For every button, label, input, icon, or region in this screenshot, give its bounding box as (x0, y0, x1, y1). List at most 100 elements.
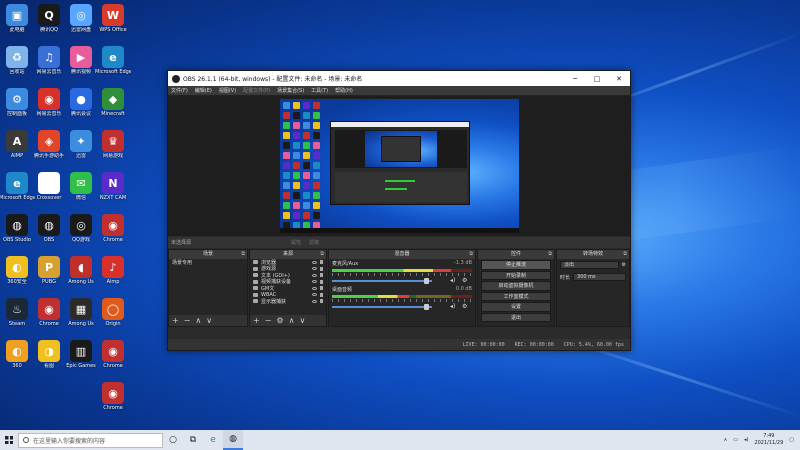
speaker-icon[interactable]: ◂) (450, 303, 455, 310)
virtual-camera-button[interactable]: 启动虚拟摄像机 (481, 281, 551, 291)
desktop-icon[interactable]: ✉ 微信 (63, 172, 99, 201)
desktop-icon[interactable]: ◉ Chrome (95, 214, 131, 243)
desktop-icon[interactable]: ▤ Crossover (31, 172, 67, 201)
obs-titlebar[interactable]: OBS 26.1.1 (64-bit, windows) - 配置文件: 未命名… (168, 71, 630, 86)
desktop-icon[interactable]: ▦ Among Us (63, 298, 99, 327)
task-view-icon[interactable]: ⧉ (183, 430, 203, 450)
desktop-icon[interactable]: ♛ 网易游戏 (95, 130, 131, 159)
fader-knob[interactable] (424, 304, 429, 310)
lock-icon[interactable] (320, 260, 323, 265)
desktop-icon[interactable]: ◍ OBS (31, 214, 67, 243)
transition-settings-icon[interactable]: ⚙ (622, 262, 626, 268)
desktop-icon[interactable]: P PUBG (31, 256, 67, 285)
maximize-button[interactable]: □ (586, 75, 608, 83)
menu-edit[interactable]: 编辑(E) (195, 87, 212, 94)
notification-icon[interactable]: ▢ (789, 437, 794, 443)
desktop-icon[interactable]: ◑ 看图 (31, 340, 67, 369)
desktop-icon[interactable]: ▣ 此电脑 (0, 4, 35, 33)
desktop-icon[interactable]: ◐ 360安全 (0, 256, 35, 285)
remove-source-button[interactable]: − (265, 316, 272, 325)
lock-icon[interactable] (320, 266, 323, 271)
desktop-icon[interactable]: ◆ Minecraft (95, 88, 131, 117)
lock-icon[interactable] (320, 286, 323, 291)
remove-scene-button[interactable]: − (184, 316, 191, 325)
network-icon[interactable]: ▭ (733, 437, 738, 443)
desktop-icon[interactable]: ◈ 腾讯手游助手 (31, 130, 67, 159)
eye-icon[interactable] (312, 260, 317, 264)
desktop-icon[interactable]: e Microsoft Edge (0, 172, 35, 201)
eye-icon[interactable] (312, 273, 317, 277)
desktop-icon[interactable]: ◉ 网易云音乐 (31, 88, 67, 117)
desktop-icon[interactable]: ◖ Among Us (63, 256, 99, 285)
desktop-icon[interactable]: ◉ Chrome (31, 298, 67, 327)
desktop-icon[interactable]: ● 腾讯会议 (63, 88, 99, 117)
desktop-icon[interactable]: Q 腾讯QQ (31, 4, 67, 33)
obs-taskbar-icon[interactable]: ◍ (223, 430, 243, 450)
lock-icon[interactable] (320, 273, 323, 278)
desktop-icon[interactable]: ◯ Origin (95, 298, 131, 327)
desktop-icon[interactable]: ▶ 腾讯视频 (63, 46, 99, 75)
desktop-icon[interactable]: ⚙ 控制面板 (0, 88, 35, 117)
fader-knob[interactable] (424, 278, 429, 284)
lock-icon[interactable] (320, 292, 323, 297)
desktop-icon[interactable]: ♪ Aimp (95, 256, 131, 285)
channel-settings-icon[interactable]: ⚙ (462, 303, 467, 310)
eye-icon[interactable] (312, 299, 317, 303)
desktop-icon[interactable]: e Microsoft Edge (95, 46, 131, 75)
scene-down-button[interactable]: ∨ (206, 316, 212, 325)
preview-canvas[interactable] (280, 99, 519, 233)
taskbar-search[interactable]: 在这里输入你要搜索的内容 (18, 432, 163, 448)
desktop-icon[interactable]: ◉ Chrome (95, 340, 131, 369)
channel-settings-icon[interactable]: ⚙ (462, 277, 467, 284)
eye-icon[interactable] (312, 293, 317, 297)
volume-icon[interactable]: ◂) (744, 437, 748, 443)
source-item[interactable]: 显示器捕获 (250, 298, 326, 305)
lock-icon[interactable] (320, 299, 323, 304)
volume-fader[interactable] (332, 280, 432, 282)
edge-taskbar-icon[interactable]: e (203, 430, 223, 450)
source-down-button[interactable]: ∨ (299, 316, 305, 325)
menu-help[interactable]: 帮助(H) (335, 87, 353, 94)
menu-file[interactable]: 文件(F) (171, 87, 188, 94)
desktop-icon[interactable]: ◍ OBS Studio (0, 214, 35, 243)
settings-button[interactable]: 设置 (481, 302, 551, 312)
speaker-icon[interactable]: ◂) (450, 277, 455, 284)
add-source-button[interactable]: + (253, 316, 260, 325)
start-button[interactable] (0, 430, 18, 450)
studio-mode-button[interactable]: 工作室模式 (481, 291, 551, 301)
desktop-icon[interactable]: N NZXT CAM (95, 172, 131, 201)
desktop-icon[interactable]: ◎ 迅雷网盘 (63, 4, 99, 33)
desktop-icon[interactable]: ♫ 网易云音乐 (31, 46, 67, 75)
eye-icon[interactable] (312, 280, 317, 284)
start-recording-button[interactable]: 开始录制 (481, 270, 551, 280)
stop-streaming-button[interactable]: 停止推流 (481, 260, 551, 270)
menu-profile[interactable]: 配置文件(P) (243, 87, 270, 94)
scene-item[interactable]: 场景专用 (169, 259, 247, 266)
source-settings-icon[interactable]: ⚙ (276, 316, 283, 325)
exit-button[interactable]: 退出 (481, 312, 551, 322)
desktop-icon[interactable]: A AIMP (0, 130, 35, 159)
desktop-icon[interactable]: ▥ Epic Games (63, 340, 99, 369)
desktop-icon[interactable]: ♻ 回收站 (0, 46, 35, 75)
properties-button[interactable]: 属性 (291, 239, 301, 246)
desktop-icon[interactable]: ♨ Steam (0, 298, 35, 327)
preview-area[interactable] (168, 96, 630, 236)
source-up-button[interactable]: ∧ (289, 316, 295, 325)
tray-chevron-icon[interactable]: ∧ (724, 437, 728, 443)
desktop-icon[interactable]: ◐ 360 (0, 340, 35, 369)
desktop-icon[interactable]: ✦ 迅雷 (63, 130, 99, 159)
eye-icon[interactable] (312, 286, 317, 290)
menu-tools[interactable]: 工具(T) (311, 87, 328, 94)
lock-icon[interactable] (320, 279, 323, 284)
scene-up-button[interactable]: ∧ (195, 316, 201, 325)
desktop-icon[interactable]: ◉ Chrome (95, 382, 131, 411)
menu-scene-collection[interactable]: 场景集合(S) (277, 87, 304, 94)
add-scene-button[interactable]: + (172, 316, 179, 325)
eye-icon[interactable] (312, 267, 317, 271)
transition-select[interactable]: 淡出 (560, 261, 619, 269)
cortana-icon[interactable]: ○ (163, 430, 183, 450)
desktop-icon[interactable]: ◎ QQ游戏 (63, 214, 99, 243)
filters-button[interactable]: 滤镜 (309, 239, 319, 246)
menu-view[interactable]: 视图(V) (219, 87, 236, 94)
minimize-button[interactable]: ─ (564, 75, 586, 83)
